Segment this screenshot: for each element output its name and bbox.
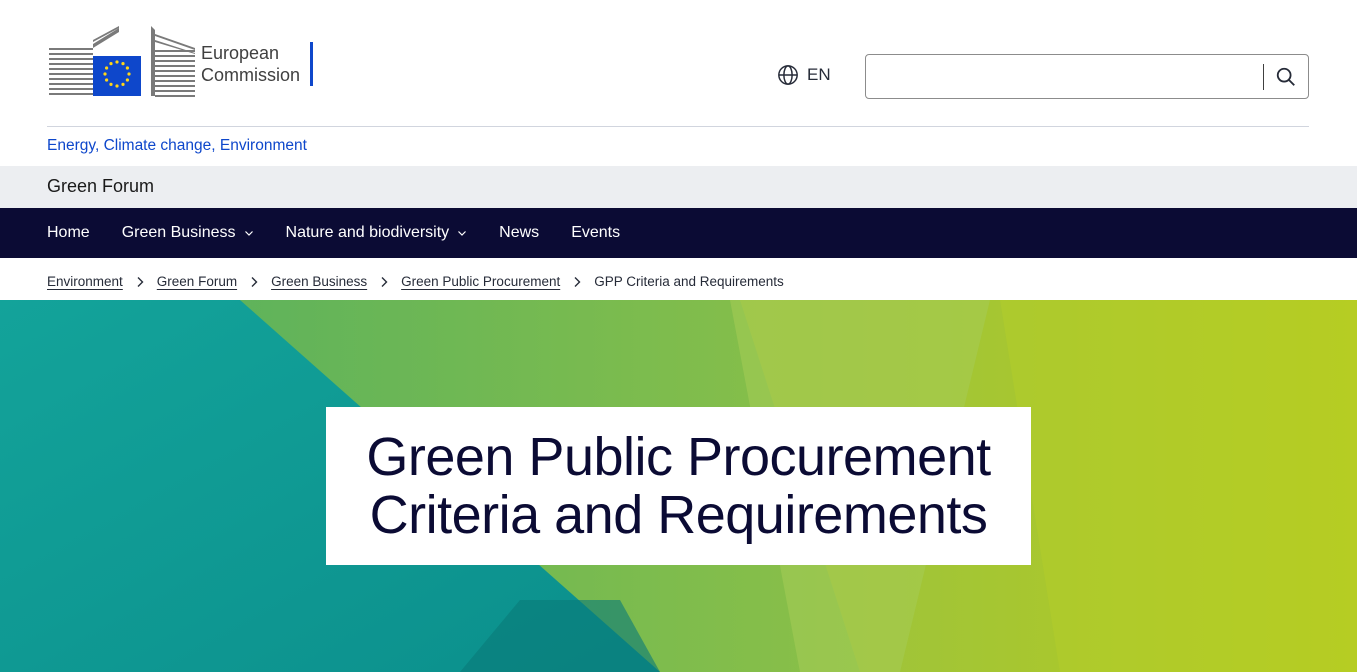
nav-item-label: Events [571,224,621,241]
chevron-right-icon [137,276,144,287]
chevron-right-icon [381,276,388,287]
european-commission-logo[interactable]: European Commission [47,26,327,102]
nav-item-label: News [499,224,540,241]
language-selector[interactable]: EN [777,64,831,86]
nav-item-label: Green Business [121,224,236,241]
breadcrumb-link-green-business[interactable]: Green Business [271,274,367,289]
search-divider [1263,64,1264,90]
logo-line-2: Commission [201,65,301,85]
nav-item-label: Home [47,224,90,241]
header-divider [47,126,1309,127]
parent-site-link[interactable]: Energy, Climate change, Environment [47,137,307,155]
nav-item-nature-biodiversity[interactable]: Nature and biodiversity [286,224,468,242]
search-icon [1276,67,1295,86]
site-header: European Commission EN [0,0,1357,127]
ec-building-flag-icon [49,26,195,97]
hero-title-line-1: Green Public Procurement [366,427,991,487]
chevron-down-icon [244,231,253,236]
nav-item-home[interactable]: Home [47,224,90,242]
search-button[interactable] [1271,63,1301,91]
hero-banner: Green Public Procurement Criteria and Re… [0,300,1357,672]
hero-title-box: Green Public Procurement Criteria and Re… [326,407,1031,565]
nav-item-news[interactable]: News [499,224,539,242]
nav-item-label: Nature and biodiversity [285,224,450,241]
chevron-down-icon [458,231,467,236]
search-box [865,54,1309,99]
main-navigation: Home Green Business Nature and biodivers… [0,208,1357,258]
chevron-right-icon [574,276,581,287]
breadcrumb-link-green-forum[interactable]: Green Forum [157,274,237,289]
language-code: EN [807,65,831,84]
breadcrumb: Environment Green Forum Green Business G… [47,274,784,289]
logo-line-1: European [201,43,280,63]
breadcrumb-link-gpp[interactable]: Green Public Procurement [401,274,560,289]
globe-icon [778,65,798,85]
nav-item-green-business[interactable]: Green Business [122,224,254,242]
breadcrumb-current: GPP Criteria and Requirements [594,274,784,289]
site-name[interactable]: Green Forum [47,176,154,197]
site-name-bar: Green Forum [0,166,1357,208]
hero-title-line-2: Criteria and Requirements [369,485,988,545]
logo-text: European Commission [201,42,314,86]
nav-item-events[interactable]: Events [571,224,620,242]
breadcrumb-link-environment[interactable]: Environment [47,274,123,289]
chevron-right-icon [251,276,258,287]
search-input[interactable] [876,61,1256,92]
